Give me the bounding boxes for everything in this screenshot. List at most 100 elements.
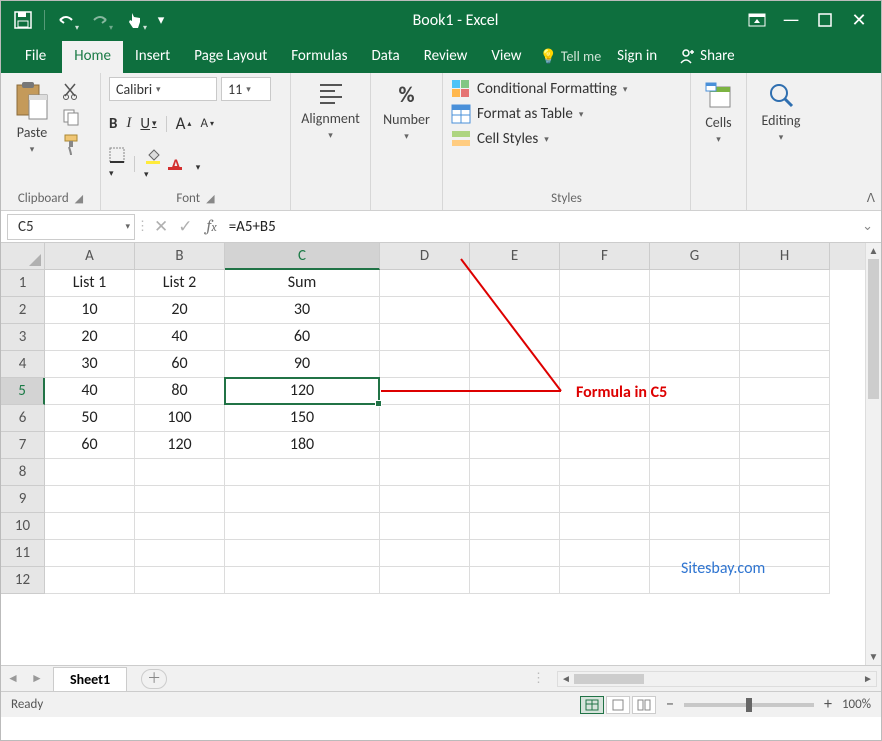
cell[interactable]	[470, 540, 560, 567]
font-color-button[interactable]: A▾	[171, 152, 200, 175]
tab-formulas[interactable]: Formulas	[279, 41, 359, 73]
cell[interactable]	[650, 324, 740, 351]
cell[interactable]	[650, 297, 740, 324]
col-header[interactable]: F	[560, 243, 650, 270]
cell[interactable]: 20	[45, 324, 135, 351]
cell[interactable]	[380, 270, 470, 297]
alignment-button[interactable]: Alignment▾	[308, 77, 354, 141]
cell[interactable]	[380, 378, 470, 405]
cut-icon[interactable]	[61, 81, 81, 101]
cell[interactable]: 20	[135, 297, 225, 324]
row-header[interactable]: 4	[1, 351, 45, 378]
cell[interactable]: 60	[225, 324, 380, 351]
sheet-tab[interactable]: Sheet1	[53, 667, 127, 691]
cell[interactable]	[470, 432, 560, 459]
cell[interactable]	[740, 378, 830, 405]
cell[interactable]: Sum	[225, 270, 380, 297]
col-header[interactable]: A	[45, 243, 135, 270]
page-break-view-icon[interactable]	[632, 696, 656, 714]
cell[interactable]	[560, 540, 650, 567]
cell[interactable]	[560, 351, 650, 378]
fx-icon[interactable]: fx	[201, 217, 223, 236]
cell[interactable]	[470, 513, 560, 540]
zoom-slider[interactable]	[684, 703, 814, 707]
cell[interactable]	[650, 486, 740, 513]
cell[interactable]	[650, 459, 740, 486]
tab-scroll-left-icon[interactable]: ◄	[1, 671, 25, 686]
cell[interactable]: List 2	[135, 270, 225, 297]
cell[interactable]	[470, 405, 560, 432]
format-as-table-button[interactable]: Format as Table▾	[451, 104, 627, 124]
close-icon[interactable]: ✕	[843, 5, 875, 35]
cell[interactable]	[740, 297, 830, 324]
tab-page-layout[interactable]: Page Layout	[182, 41, 279, 73]
cell[interactable]: 60	[45, 432, 135, 459]
cell[interactable]	[45, 540, 135, 567]
cell[interactable]	[380, 324, 470, 351]
enter-formula-icon[interactable]: ✓	[178, 216, 192, 237]
cell[interactable]	[225, 540, 380, 567]
hscroll-thumb[interactable]	[574, 674, 644, 684]
cell[interactable]	[380, 567, 470, 594]
conditional-formatting-button[interactable]: Conditional Formatting▾	[451, 79, 627, 99]
select-all-button[interactable]	[1, 243, 45, 270]
scroll-up-icon[interactable]: ▲	[866, 243, 881, 259]
cell[interactable]	[225, 459, 380, 486]
cell[interactable]	[650, 270, 740, 297]
cells-button[interactable]: Cells▾	[699, 77, 738, 145]
cell[interactable]: 10	[45, 297, 135, 324]
cell[interactable]	[470, 297, 560, 324]
cell[interactable]	[380, 513, 470, 540]
row-header[interactable]: 8	[1, 459, 45, 486]
col-header[interactable]: B	[135, 243, 225, 270]
cell[interactable]	[560, 513, 650, 540]
cell[interactable]: 80	[135, 378, 225, 405]
cell[interactable]: 30	[225, 297, 380, 324]
zoom-in-button[interactable]: +	[824, 695, 832, 714]
row-header[interactable]: 6	[1, 405, 45, 432]
cell[interactable]	[740, 324, 830, 351]
row-header[interactable]: 9	[1, 486, 45, 513]
tell-me-search[interactable]: 💡Tell me	[533, 48, 607, 73]
cell[interactable]	[740, 486, 830, 513]
cell[interactable]	[560, 567, 650, 594]
cell[interactable]	[560, 270, 650, 297]
vertical-scrollbar[interactable]: ▲ ▼	[865, 243, 881, 665]
font-size-combo[interactable]: 11▾	[221, 77, 271, 101]
tab-view[interactable]: View	[479, 41, 533, 73]
tab-file[interactable]: File	[9, 41, 62, 73]
sign-in-link[interactable]: Sign in	[607, 47, 667, 73]
row-header[interactable]: 10	[1, 513, 45, 540]
cell[interactable]: 90	[225, 351, 380, 378]
cell[interactable]	[470, 324, 560, 351]
cell[interactable]: List 1	[45, 270, 135, 297]
italic-button[interactable]: I	[126, 115, 131, 132]
cell[interactable]	[740, 270, 830, 297]
touch-mode-icon[interactable]	[118, 5, 150, 35]
number-button[interactable]: % Number▾	[384, 77, 430, 142]
scroll-right-icon[interactable]: ►	[860, 672, 876, 685]
new-sheet-button[interactable]: ＋	[141, 669, 167, 689]
cell[interactable]	[560, 405, 650, 432]
cell[interactable]	[135, 486, 225, 513]
copy-icon[interactable]	[61, 107, 81, 127]
cell[interactable]	[45, 513, 135, 540]
cell[interactable]	[470, 486, 560, 513]
row-header[interactable]: 11	[1, 540, 45, 567]
ribbon-display-icon[interactable]	[741, 5, 773, 35]
cell[interactable]	[740, 432, 830, 459]
tab-review[interactable]: Review	[412, 41, 480, 73]
underline-button[interactable]: U▾	[140, 115, 156, 133]
cell[interactable]	[560, 459, 650, 486]
cell[interactable]: 150	[225, 405, 380, 432]
format-painter-icon[interactable]	[61, 133, 81, 155]
cell[interactable]	[470, 459, 560, 486]
cells[interactable]: List 1List 2Sum 102030 204060 306090 408…	[45, 270, 865, 665]
cell[interactable]: 40	[135, 324, 225, 351]
minimize-icon[interactable]: —	[775, 5, 807, 35]
cell[interactable]: 30	[45, 351, 135, 378]
shrink-font-button[interactable]: A▾	[200, 116, 214, 131]
cell-styles-button[interactable]: Cell Styles▾	[451, 129, 627, 149]
col-header[interactable]: H	[740, 243, 830, 270]
horizontal-scrollbar[interactable]: ◄ ►	[557, 671, 877, 687]
